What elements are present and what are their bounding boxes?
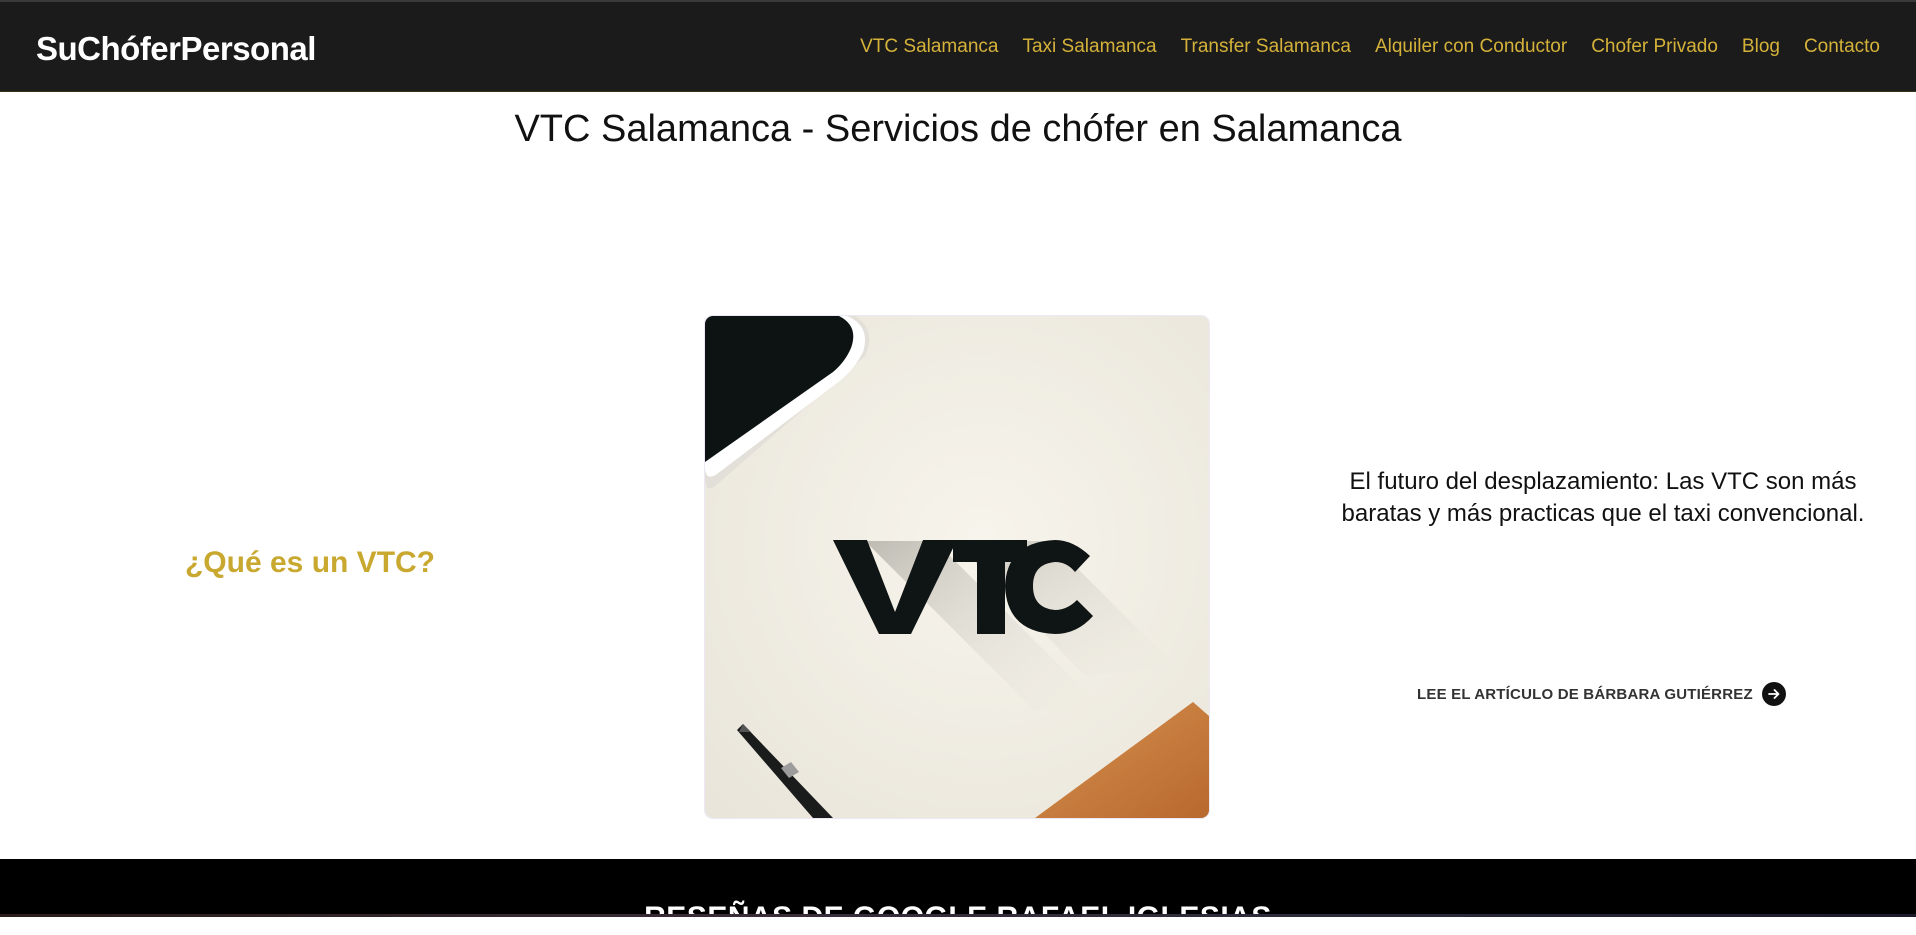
arrow-right-glyph (1767, 689, 1780, 699)
main-nav: VTC Salamanca Taxi Salamanca Transfer Sa… (860, 36, 1880, 58)
vtc-illustration (705, 316, 1209, 818)
vtc-illustration-graphic (705, 316, 1209, 818)
site-logo[interactable]: SuChóferPersonal (36, 30, 316, 68)
nav-link-contacto[interactable]: Contacto (1804, 36, 1880, 58)
nav-link-blog[interactable]: Blog (1742, 36, 1780, 58)
read-more-label: LEE EL ARTÍCULO DE BÁRBARA GUTIÉRREZ (1417, 685, 1753, 703)
reviews-title: RESEÑAS DE GOOGLE RAFAEL IGLESIAS (644, 901, 1272, 934)
arrow-right-circle-icon[interactable] (1761, 682, 1786, 706)
nav-link-transfer-salamanca[interactable]: Transfer Salamanca (1181, 36, 1351, 58)
section-heading: ¿Qué es un VTC? (184, 546, 436, 579)
nav-link-chofer-privado[interactable]: Chofer Privado (1591, 36, 1718, 58)
page-title: VTC Salamanca - Servicios de chófer en S… (514, 108, 1402, 150)
read-more-link[interactable]: LEE EL ARTÍCULO DE BÁRBARA GUTIÉRREZ (1417, 682, 1786, 706)
nav-link-taxi-salamanca[interactable]: Taxi Salamanca (1022, 36, 1156, 58)
article-excerpt: El futuro del desplazamiento: Las VTC so… (1341, 468, 1865, 527)
nav-link-alquiler-con-conductor[interactable]: Alquiler con Conductor (1375, 36, 1567, 58)
reviews-section: RESEÑAS DE GOOGLE RAFAEL IGLESIAS (0, 859, 1916, 934)
site-header: SuChóferPersonal VTC Salamanca Taxi Sala… (0, 0, 1916, 92)
nav-link-vtc-salamanca[interactable]: VTC Salamanca (860, 36, 998, 58)
